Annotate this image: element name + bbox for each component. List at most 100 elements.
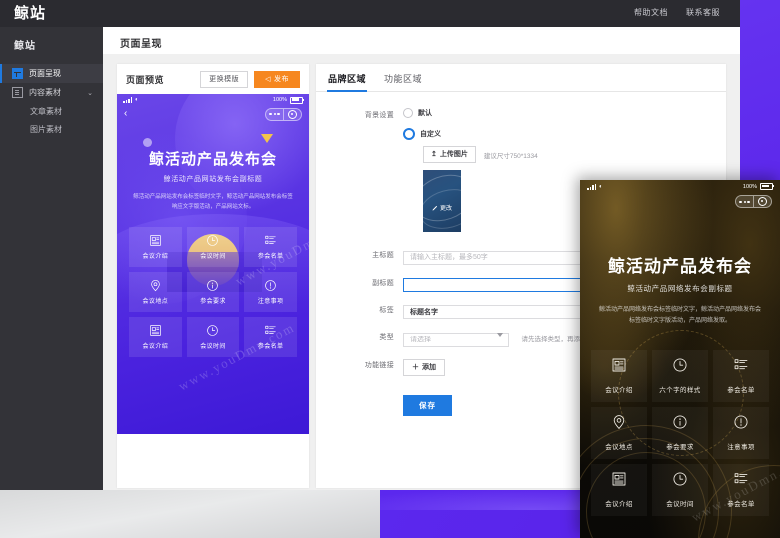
feature-cell-2[interactable]: 会议时间	[186, 226, 240, 267]
feature-cell-label: 参会要求	[666, 444, 694, 452]
settings-tabs: 品牌区域 功能区域	[316, 64, 726, 92]
field-label: 标签	[379, 307, 394, 314]
feature-cell-label: 会议介绍	[142, 343, 169, 350]
sidebar-item-label: 内容素材	[29, 88, 61, 97]
article-icon	[149, 324, 162, 337]
dark-phone-hero: 鲸活动产品发布会 鲸活动产品网络发布会副标题 鲸活动产品网络发布会标签临时文字，…	[580, 210, 780, 328]
radio-option-default[interactable]: 默认	[403, 106, 726, 119]
phone-nav-row: ‹	[117, 106, 309, 122]
feature-cell-label: 注意事项	[727, 444, 755, 452]
feature-cell-5[interactable]: 参会要求	[186, 271, 240, 312]
upload-label: 上传图片	[439, 151, 468, 158]
wifi-icon: ◐	[135, 97, 139, 103]
sidebar-item-page-display[interactable]: 页面呈现	[0, 64, 103, 83]
feature-cell-3[interactable]: 参会名单	[713, 349, 769, 402]
feature-cell-5[interactable]: 参会要求	[652, 406, 708, 459]
list-icon	[264, 234, 277, 247]
add-function-link-button[interactable]: ＋ 添加	[403, 358, 445, 376]
feature-cell-label: 会议地点	[605, 444, 633, 452]
preview-card: 页面预览 更换模版 ◁ 发布 ◐ 100% ‹ 鲸活动产品发布会 鲸活动产品网站…	[117, 64, 309, 488]
type-select[interactable]: 请选择	[403, 332, 509, 347]
uploaded-image-thumbnail[interactable]: 更改	[423, 170, 461, 232]
phone-status-bar: ◐ 100%	[117, 94, 309, 106]
info-icon	[672, 414, 688, 435]
radio-label: 默认	[418, 109, 432, 117]
article-icon	[611, 357, 627, 378]
article-icon	[149, 234, 162, 247]
clock-icon	[206, 234, 219, 247]
preview-header: 页面预览 更换模版 ◁ 发布	[117, 64, 309, 94]
feature-cell-label: 会议介绍	[605, 501, 633, 509]
status-left: ◐	[587, 183, 603, 190]
feature-cell-8[interactable]: 会议时间	[186, 316, 240, 357]
feature-cell-label: 会议时间	[666, 501, 694, 509]
upload-image-button[interactable]: ↥ 上传图片	[423, 146, 476, 163]
battery-icon	[290, 96, 304, 104]
feature-cell-1[interactable]: 会议介绍	[591, 349, 647, 402]
background-photo	[0, 490, 380, 538]
feature-cell-7[interactable]: 会议介绍	[129, 316, 182, 357]
more-dots-icon[interactable]	[736, 200, 753, 203]
feature-cell-6[interactable]: 注意事项	[713, 406, 769, 459]
article-icon	[611, 471, 627, 492]
list-icon	[264, 324, 277, 337]
save-button[interactable]: 保存	[403, 394, 452, 416]
top-bar: 鲸站 帮助文档 联系客服	[0, 0, 740, 27]
preview-title: 页面预览	[126, 74, 165, 85]
topbar-link-support[interactable]: 联系客服	[686, 7, 720, 18]
feature-cell-3[interactable]: 参会名单	[244, 226, 297, 267]
back-chevron-icon[interactable]: ‹	[124, 109, 127, 119]
dark-phone-preview: ◐ 100% 鲸活动产品发布会 鲸活动产品网络发布会副标题 鲸活动产品网络发布会…	[580, 180, 780, 538]
field-label: 副标题	[372, 279, 394, 287]
feature-cell-2[interactable]: 六个字的样式	[652, 349, 708, 402]
feature-cell-1[interactable]: 会议介绍	[129, 226, 182, 267]
plus-icon: ＋	[412, 363, 419, 371]
feature-cell-7[interactable]: 会议介绍	[591, 463, 647, 516]
clock-icon	[672, 471, 688, 492]
radio-icon-checked[interactable]	[403, 127, 415, 140]
wechat-capsule	[265, 107, 302, 121]
battery-icon	[760, 183, 774, 190]
radio-option-custom[interactable]: 自定义	[403, 127, 726, 140]
sidebar-item-content-material[interactable]: 内容素材 ⌄	[0, 83, 103, 102]
pencil-icon	[432, 205, 438, 210]
dark-phone-nav-row	[580, 193, 780, 210]
close-target-icon[interactable]	[284, 109, 301, 119]
status-right: 100%	[743, 183, 774, 190]
dark-phone-status-bar: ◐ 100%	[580, 180, 780, 193]
publish-button[interactable]: ◁ 发布	[254, 70, 300, 88]
sidebar-subitem-article-material[interactable]: 文章素材	[0, 102, 103, 120]
preview-actions: 更换模版 ◁ 发布	[200, 70, 300, 88]
phone-feature-grid: 会议介绍 会议时间 参会名单 会议地点 参会要求 注意事项 会议介绍 会议时间 参会名单	[129, 226, 297, 357]
change-image-overlay[interactable]: 更改	[423, 203, 461, 212]
feature-cell-label: 参会名单	[727, 501, 755, 509]
radio-label: 自定义	[420, 130, 441, 138]
change-template-button[interactable]: 更换模版	[200, 70, 249, 88]
feature-cell-8[interactable]: 会议时间	[652, 463, 708, 516]
feature-cell-4[interactable]: 会议地点	[129, 271, 182, 312]
clock-icon	[206, 324, 219, 337]
field-label: 背景设置	[364, 112, 394, 119]
feature-cell-label: 会议时间	[200, 253, 226, 260]
change-image-label: 更改	[439, 206, 452, 212]
tab-function-area[interactable]: 功能区域	[384, 72, 422, 91]
publish-label: 发布	[274, 75, 289, 83]
feature-cell-4[interactable]: 会议地点	[591, 406, 647, 459]
sidebar: 鲸站 页面呈现 内容素材 ⌄ 文章素材 图片素材	[0, 27, 103, 490]
sidebar-item-label: 页面呈现	[29, 69, 61, 78]
more-dots-icon[interactable]	[266, 113, 283, 115]
feature-cell-label: 注意事项	[257, 298, 284, 305]
topbar-link-help[interactable]: 帮助文档	[634, 7, 668, 18]
sidebar-subitem-image-material[interactable]: 图片素材	[0, 120, 103, 138]
clock-icon	[672, 357, 688, 378]
close-target-icon[interactable]	[754, 197, 771, 206]
feature-cell-6[interactable]: 注意事项	[244, 271, 297, 312]
circle-decor-icon	[143, 138, 152, 147]
feature-cell-9[interactable]: 参会名单	[244, 316, 297, 357]
feature-cell-9[interactable]: 参会名单	[713, 463, 769, 516]
tab-brand-area[interactable]: 品牌区域	[326, 72, 368, 92]
radio-icon[interactable]	[403, 107, 413, 118]
page-header: 页面呈现	[103, 27, 740, 55]
phone-preview: ◐ 100% ‹ 鲸活动产品发布会 鲸活动产品网站发布会副标题 鲸活动产品网站发…	[117, 94, 309, 434]
chevron-down-icon[interactable]: ⌄	[87, 89, 93, 97]
